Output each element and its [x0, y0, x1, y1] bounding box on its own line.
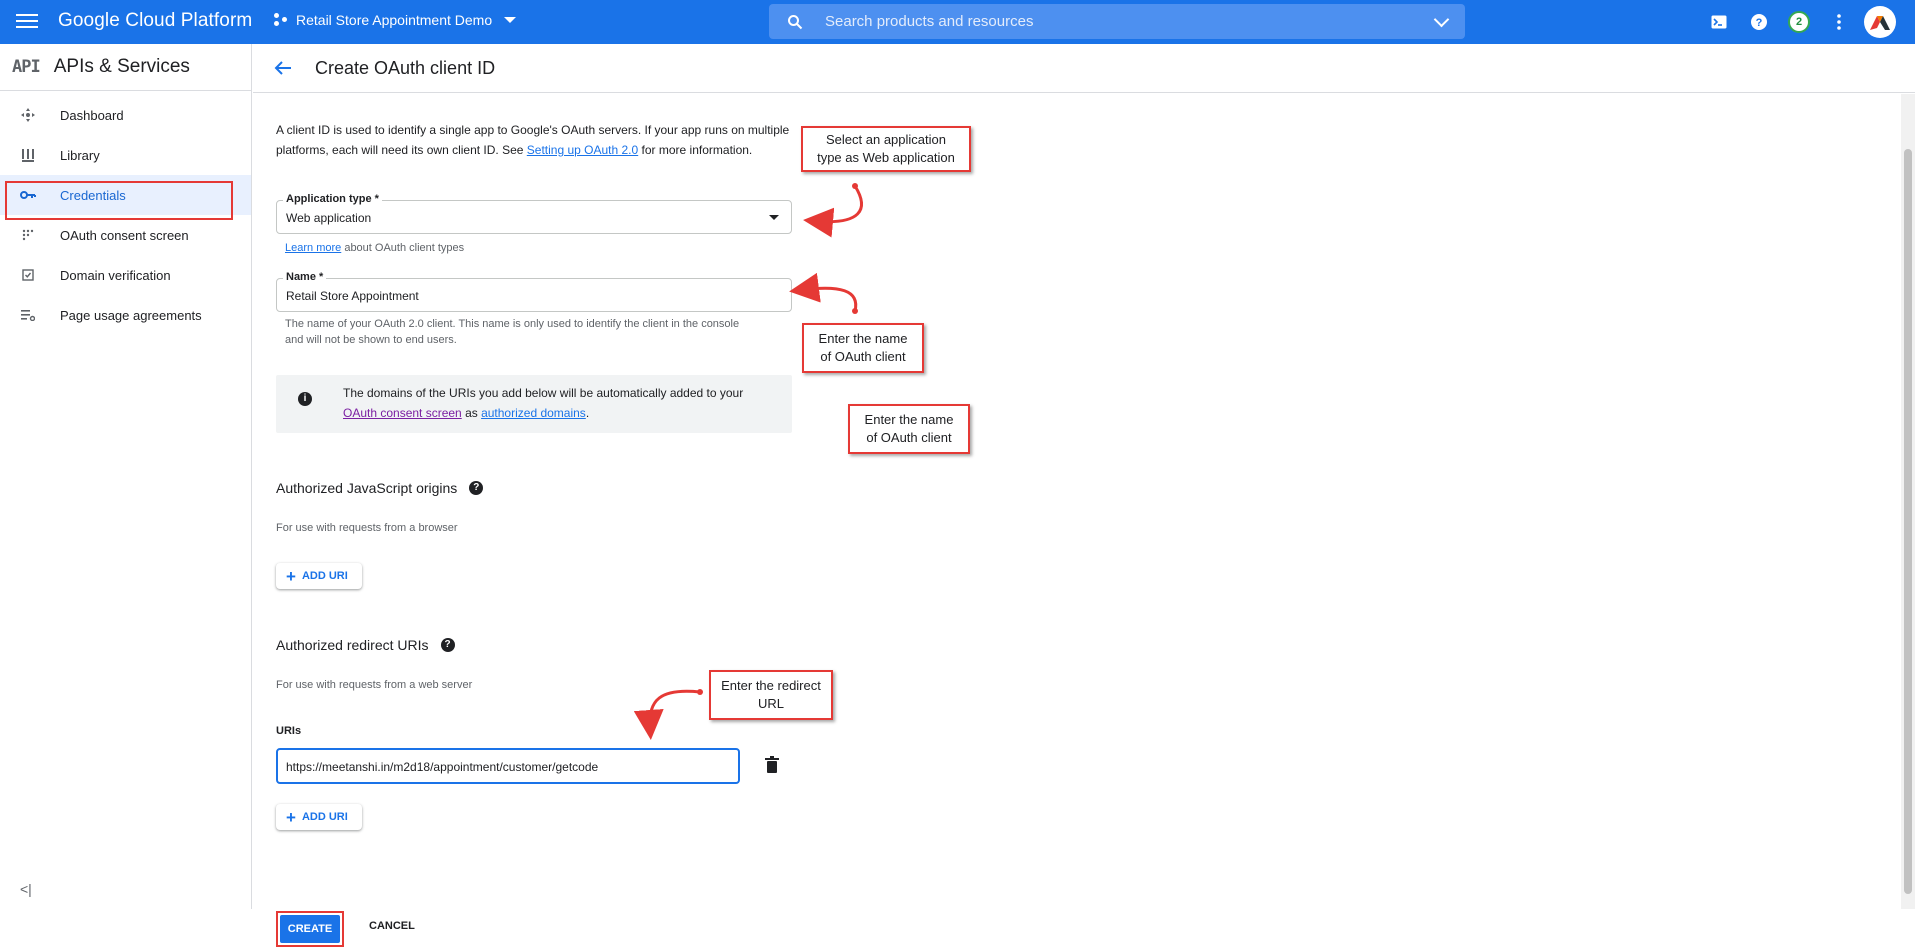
brand-title[interactable]: Google Cloud Platform [58, 10, 252, 32]
sidebar-item-label: Library [60, 147, 100, 163]
callout-redirect: Enter the redirect URL [709, 670, 833, 720]
add-uri-label: ADD URI [301, 570, 348, 582]
learn-more-link[interactable]: Learn more [285, 242, 341, 254]
sidebar-item-label: OAuth consent screen [60, 227, 189, 243]
project-icon [274, 13, 288, 27]
js-origins-subtitle: For use with requests from a browser [276, 522, 458, 534]
create-button[interactable]: CREATE [276, 911, 344, 947]
notification-count: 2 [1788, 11, 1810, 33]
cancel-button[interactable]: CANCEL [369, 920, 415, 932]
help-icon[interactable]: ? [469, 481, 484, 495]
consent-icon [16, 229, 40, 241]
add-redirect-uri-button[interactable]: + ADD URI [276, 804, 362, 830]
redirect-uris-subtitle: For use with requests from a web server [276, 679, 473, 691]
add-uri-label: ADD URI [301, 811, 348, 823]
sidebar-title: APIs & Services [53, 56, 190, 77]
js-origins-title-text: Authorized JavaScript origins [276, 480, 458, 496]
redirect-uris-title-text: Authorized redirect URIs [276, 637, 429, 653]
info-box: i The domains of the URIs you add below … [276, 375, 792, 433]
sidebar-item-dashboard[interactable]: Dashboard [0, 95, 251, 135]
avatar[interactable] [1864, 6, 1896, 38]
callout-name: Enter the name of OAuth client [802, 323, 924, 373]
learn-more-hint: Learn more about OAuth client types [285, 240, 464, 256]
search-input[interactable]: Search products and resources [825, 13, 1033, 30]
name-hint: The name of your OAuth 2.0 client. This … [285, 318, 740, 346]
search-expand-icon[interactable] [1433, 11, 1450, 28]
library-icon [16, 148, 40, 162]
application-type-select[interactable]: Application type * Web application [276, 193, 792, 234]
info-part: . [585, 406, 590, 420]
name-field[interactable]: Name * Retail Store Appointment [276, 271, 792, 312]
name-label: Name * [283, 271, 327, 283]
info-part: The domains of the URIs you add below wi… [343, 386, 744, 400]
sidebar: API APIs & Services Dashboard Library Cr… [0, 44, 252, 909]
callout-app-type: Select an application type as Web applic… [801, 126, 971, 172]
sidebar-item-domain-verification[interactable]: Domain verification [0, 255, 251, 295]
hamburger-menu-icon[interactable] [16, 10, 38, 32]
project-name: Retail Store Appointment Demo [296, 12, 493, 28]
callout-name-duplicate: Enter the name of OAuth client [848, 404, 970, 454]
dashboard-icon [16, 108, 40, 122]
add-js-origin-button[interactable]: + ADD URI [276, 563, 362, 589]
help-icon[interactable]: ? [1747, 10, 1771, 34]
sidebar-item-library[interactable]: Library [0, 135, 251, 175]
sidebar-item-page-usage[interactable]: Page usage agreements [0, 295, 251, 335]
search-icon [788, 14, 803, 29]
search-bar[interactable]: Search products and resources [769, 4, 1465, 39]
plus-icon: + [286, 566, 296, 586]
redirect-uri-value: https://meetanshi.in/m2d18/appointment/c… [286, 760, 599, 774]
page-header: Create OAuth client ID [253, 44, 1915, 93]
main-content: Create OAuth client ID A client ID is us… [253, 44, 1915, 947]
top-bar: Google Cloud Platform Retail Store Appoi… [0, 0, 1915, 44]
cloud-shell-icon[interactable] [1707, 10, 1731, 34]
sidebar-item-oauth-consent[interactable]: OAuth consent screen [0, 215, 251, 255]
setting-up-oauth-link[interactable]: Setting up OAuth 2.0 [527, 143, 638, 157]
plus-icon: + [286, 807, 296, 827]
info-text: The domains of the URIs you add below wi… [343, 383, 763, 423]
learn-more-rest: about OAuth client types [341, 242, 465, 254]
notifications-badge[interactable]: 2 [1787, 10, 1811, 34]
info-icon: i [298, 392, 312, 406]
oauth-consent-screen-link[interactable]: OAuth consent screen [343, 406, 462, 420]
application-type-value: Web application [286, 211, 372, 225]
redirect-uris-title: Authorized redirect URIs ? [276, 637, 455, 653]
uris-label: URIs [276, 725, 302, 737]
dropdown-arrow-icon [769, 215, 779, 220]
chevron-down-icon [504, 17, 517, 23]
credentials-highlight-box [5, 181, 233, 220]
project-selector[interactable]: Retail Store Appointment Demo [274, 12, 517, 28]
application-type-label: Application type * [283, 193, 382, 205]
back-arrow-icon[interactable] [271, 56, 295, 80]
scrollbar-thumb[interactable] [1904, 149, 1912, 894]
page-title: Create OAuth client ID [315, 57, 496, 78]
more-options-icon[interactable] [1827, 10, 1851, 34]
scrollbar[interactable] [1901, 94, 1915, 909]
account-logo-icon [1870, 16, 1890, 30]
settings-list-icon [16, 309, 40, 321]
delete-icon[interactable] [764, 756, 780, 774]
svg-text:?: ? [1756, 17, 1763, 29]
help-icon[interactable]: ? [440, 638, 455, 652]
description-text: A client ID is used to identify a single… [276, 120, 796, 160]
info-part: as [461, 406, 482, 420]
sidebar-header: API APIs & Services [0, 44, 251, 91]
create-button-label: CREATE [280, 915, 340, 943]
redirect-uri-input[interactable]: https://meetanshi.in/m2d18/appointment/c… [276, 748, 740, 784]
js-origins-title: Authorized JavaScript origins ? [276, 480, 484, 496]
authorized-domains-link[interactable]: authorized domains [481, 406, 586, 420]
checkbox-icon [16, 269, 40, 281]
name-value: Retail Store Appointment [286, 289, 419, 303]
api-logo-icon: API [12, 57, 41, 77]
sidebar-item-label: Dashboard [60, 107, 124, 123]
description-part: for more information. [638, 143, 753, 157]
sidebar-item-label: Page usage agreements [60, 307, 202, 323]
collapse-sidebar-icon[interactable]: <| [20, 881, 32, 897]
sidebar-item-label: Domain verification [60, 267, 171, 283]
